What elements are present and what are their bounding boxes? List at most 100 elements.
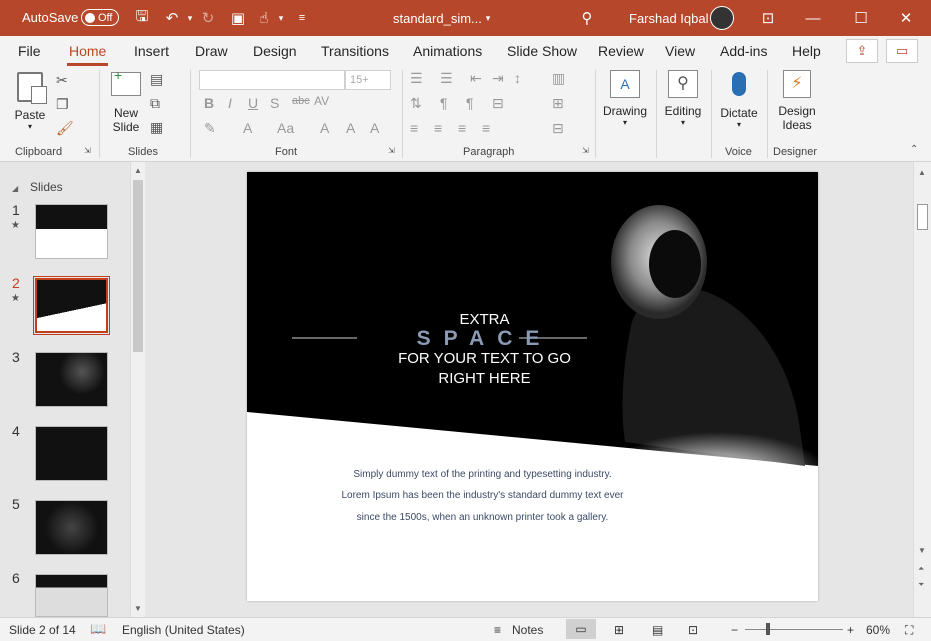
title-dropdown-icon[interactable]: ▾ [478, 8, 498, 28]
undo-icon[interactable]: ↶ [162, 8, 182, 28]
tab-design[interactable]: Design [253, 43, 297, 59]
tab-file[interactable]: File [18, 43, 41, 59]
paste-button[interactable]: Paste ▾ [12, 72, 48, 131]
fit-to-window-icon[interactable]: ⛶ [905, 623, 913, 638]
tab-animations[interactable]: Animations [413, 43, 482, 59]
align-center-icon[interactable]: ≡ [434, 120, 442, 136]
font-launcher-icon[interactable]: ⇲ [388, 146, 395, 155]
font-color-icon[interactable]: A [243, 120, 252, 136]
ribbon-display-icon[interactable]: ⊡ [758, 8, 778, 28]
numbering-icon[interactable]: ☰ [440, 70, 453, 87]
clipboard-launcher-icon[interactable]: ⇲ [84, 146, 91, 155]
search-icon[interactable]: ⚲ [577, 8, 597, 28]
italic-icon[interactable]: I [228, 95, 232, 111]
editor-scrollbar-thumb[interactable] [917, 204, 928, 230]
collapse-pane-icon[interactable]: ◢ [12, 184, 18, 193]
scrollbar-thumb[interactable] [133, 180, 143, 352]
normal-view-icon[interactable]: ▭ [566, 619, 596, 639]
zoom-in-icon[interactable]: + [847, 623, 854, 637]
tab-review[interactable]: Review [598, 43, 644, 59]
highlight-icon[interactable]: ✎ [204, 120, 216, 137]
tab-add-ins[interactable]: Add-ins [720, 43, 767, 59]
align-right-icon[interactable]: ≡ [458, 120, 466, 136]
strikethrough-icon[interactable]: abc [292, 95, 310, 107]
clear-format-icon[interactable]: A [370, 120, 379, 136]
font-size-input[interactable]: 15+ [345, 70, 391, 90]
copy-icon[interactable]: ❐ [56, 96, 69, 113]
tab-draw[interactable]: Draw [195, 43, 228, 59]
slide-thumbnail-1[interactable] [35, 204, 108, 259]
paragraph-launcher-icon[interactable]: ⇲ [582, 146, 589, 155]
text-direction-icon[interactable]: ⇅ [410, 95, 422, 112]
collapse-ribbon-icon[interactable]: ⌃ [910, 144, 918, 155]
decrease-font-icon[interactable]: A [346, 120, 355, 136]
tab-view[interactable]: View [665, 43, 695, 59]
reset-icon[interactable]: ⧉ [150, 95, 160, 112]
zoom-slider[interactable] [745, 629, 843, 630]
increase-font-icon[interactable]: A [320, 120, 329, 136]
autosave-toggle[interactable]: Off [81, 9, 119, 26]
underline-icon[interactable]: U [248, 95, 258, 111]
line-spacing-icon[interactable]: ↕ [514, 70, 521, 86]
smartart-icon[interactable]: ⊞ [552, 95, 564, 112]
slide-thumbnail-6[interactable] [35, 574, 108, 617]
previous-slide-icon[interactable]: ⏶ [918, 564, 924, 574]
rtl-icon[interactable]: ¶ [466, 95, 474, 111]
columns-icon[interactable]: ▥ [552, 70, 565, 87]
distribute-icon[interactable]: ⊟ [552, 120, 564, 137]
undo-dropdown-icon[interactable]: ▾ [180, 8, 200, 28]
notes-button[interactable]: Notes [512, 623, 543, 637]
slide-thumbnail-4[interactable] [35, 426, 108, 481]
dictate-button[interactable]: Dictate ▾ [716, 70, 762, 129]
customize-toolbar-icon[interactable]: ≡ [292, 8, 312, 28]
bullets-icon[interactable]: ☰ [410, 70, 423, 87]
ltr-icon[interactable]: ¶ [440, 95, 448, 111]
new-slide-button[interactable]: + New Slide [106, 67, 146, 134]
tab-home[interactable]: Home [66, 43, 109, 66]
tab-help[interactable]: Help [792, 43, 821, 59]
document-title[interactable]: standard_sim... [393, 11, 482, 26]
spelling-icon[interactable]: 📖 [90, 621, 106, 637]
slide-thumbnail-2[interactable] [33, 276, 110, 335]
maximize-icon[interactable]: ☐ [851, 8, 871, 28]
zoom-out-icon[interactable]: − [731, 623, 738, 637]
slideshow-view-icon[interactable]: ⊡ [688, 623, 698, 637]
tab-slide-show[interactable]: Slide Show [507, 43, 577, 59]
change-case-icon[interactable]: Aa [277, 120, 294, 136]
increase-indent-icon[interactable]: ⇥ [492, 70, 504, 87]
editor-scrollbar[interactable]: ▲ ▼ ⏶ ⏷ [913, 162, 931, 617]
layout-icon[interactable]: ▤ [150, 71, 163, 88]
slide-thumbnail-3[interactable] [35, 352, 108, 407]
notes-icon[interactable]: ≡ [494, 623, 501, 637]
present-icon[interactable]: ▣ [228, 8, 248, 28]
align-left-icon[interactable]: ≡ [410, 120, 418, 136]
comments-button[interactable]: ▭ [886, 39, 918, 63]
avatar[interactable] [710, 6, 734, 30]
tab-insert[interactable]: Insert [134, 43, 169, 59]
tab-transitions[interactable]: Transitions [321, 43, 389, 59]
language-label[interactable]: English (United States) [122, 623, 245, 637]
share-button[interactable]: ⇪ [846, 39, 878, 63]
reading-view-icon[interactable]: ▤ [652, 623, 663, 637]
cut-icon[interactable]: ✂ [56, 72, 68, 89]
zoom-level[interactable]: 60% [866, 623, 890, 637]
slide-sorter-icon[interactable]: ⊞ [614, 623, 624, 637]
bold-icon[interactable]: B [204, 95, 214, 111]
decrease-indent-icon[interactable]: ⇤ [470, 70, 482, 87]
save-icon[interactable]: 🖫 [132, 8, 152, 28]
user-name[interactable]: Farshad Iqbal [629, 11, 709, 26]
close-icon[interactable]: ✕ [896, 8, 916, 28]
format-painter-icon[interactable]: 🖌 [56, 120, 74, 137]
slide-thumbnail-5[interactable] [35, 500, 108, 555]
char-spacing-icon[interactable]: AV [314, 94, 329, 108]
design-ideas-button[interactable]: ⚡ Design Ideas [773, 70, 821, 132]
drawing-button[interactable]: A Drawing ▾ [600, 70, 650, 127]
align-text-icon[interactable]: ⊟ [492, 95, 504, 112]
slides-pane-scrollbar[interactable]: ▲ ▼ [130, 162, 145, 617]
justify-icon[interactable]: ≡ [482, 120, 490, 136]
slide-canvas[interactable]: EXTRA SPACE FOR YOUR TEXT TO GO RIGHT HE… [247, 172, 818, 601]
next-slide-icon[interactable]: ⏷ [918, 580, 924, 590]
font-name-input[interactable] [199, 70, 345, 90]
touch-dropdown-icon[interactable]: ▾ [271, 8, 291, 28]
section-icon[interactable]: ▦ [150, 119, 163, 136]
